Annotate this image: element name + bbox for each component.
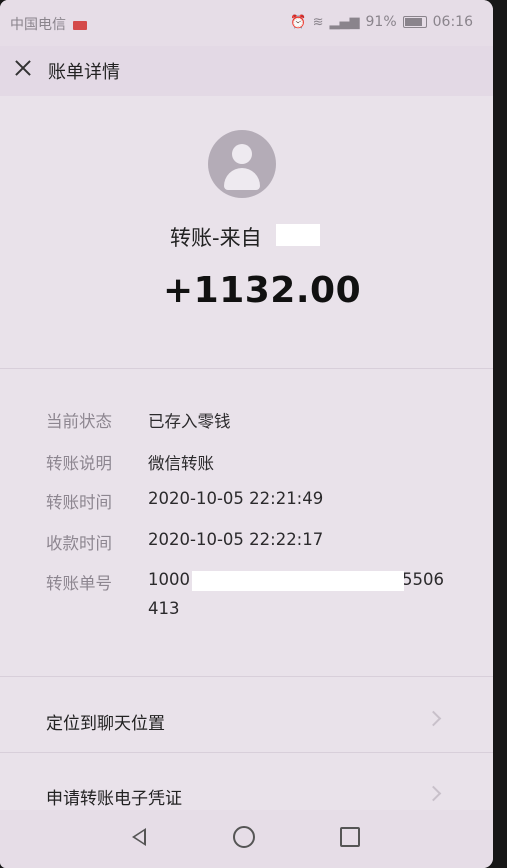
- action-label: 定位到聊天位置: [46, 714, 165, 734]
- battery-percent: 91%: [365, 14, 397, 30]
- signal-icon: ▂▄▆: [329, 14, 360, 30]
- detail-label: 收款时间: [46, 534, 112, 553]
- page-title: 账单详情: [48, 62, 120, 83]
- carrier: 中国电信: [10, 14, 88, 34]
- phone-screen: 中国电信 ⏰ ≋ ▂▄▆ 91% 06:16 账单详情 转账-来自 +1132.…: [0, 0, 493, 868]
- transfer-amount: +1132.00: [163, 270, 362, 311]
- chevron-right-icon: [425, 785, 442, 802]
- avatar-body-icon: [224, 168, 260, 190]
- detail-label: 当前状态: [46, 412, 112, 431]
- close-icon[interactable]: [12, 57, 34, 79]
- alarm-icon: ⏰: [290, 14, 307, 30]
- sender-name-redaction: [276, 224, 320, 246]
- divider: [0, 752, 493, 753]
- avatar: [208, 130, 276, 198]
- action-label: 申请转账电子凭证: [46, 789, 182, 809]
- detail-label: 转账说明: [46, 454, 112, 473]
- system-nav-bar: [0, 810, 493, 868]
- avatar-head-icon: [232, 144, 252, 164]
- battery-icon: [402, 16, 427, 28]
- detail-value: 已存入零钱: [148, 412, 231, 431]
- header-bar: 账单详情: [0, 46, 493, 96]
- carrier-name: 中国电信: [10, 17, 66, 33]
- detail-label: 转账时间: [46, 493, 112, 512]
- transfer-title: 转账-来自: [170, 226, 262, 250]
- detail-value: 微信转账: [148, 454, 214, 473]
- divider: [0, 368, 493, 369]
- detail-value-suffix: 5506: [402, 570, 444, 589]
- detail-value: 2020-10-05 22:21:49: [148, 489, 324, 508]
- status-icons: ⏰ ≋ ▂▄▆ 91% 06:16: [290, 14, 473, 30]
- clock: 06:16: [432, 14, 473, 30]
- locate-chat-button[interactable]: 定位到聊天位置: [0, 689, 493, 749]
- home-icon[interactable]: [233, 826, 255, 848]
- divider: [0, 676, 493, 677]
- back-icon[interactable]: [132, 828, 146, 846]
- detail-value-line2: 413: [148, 599, 180, 618]
- wifi-icon: ≋: [312, 14, 324, 30]
- hd-badge-icon: [73, 20, 88, 30]
- detail-value: 1000: [148, 570, 190, 589]
- recent-apps-icon[interactable]: [340, 827, 360, 847]
- detail-label: 转账单号: [46, 574, 112, 593]
- detail-value: 2020-10-05 22:22:17: [148, 530, 324, 549]
- status-bar: 中国电信 ⏰ ≋ ▂▄▆ 91% 06:16: [0, 0, 493, 46]
- chevron-right-icon: [425, 710, 442, 727]
- order-number-redaction: [192, 571, 404, 591]
